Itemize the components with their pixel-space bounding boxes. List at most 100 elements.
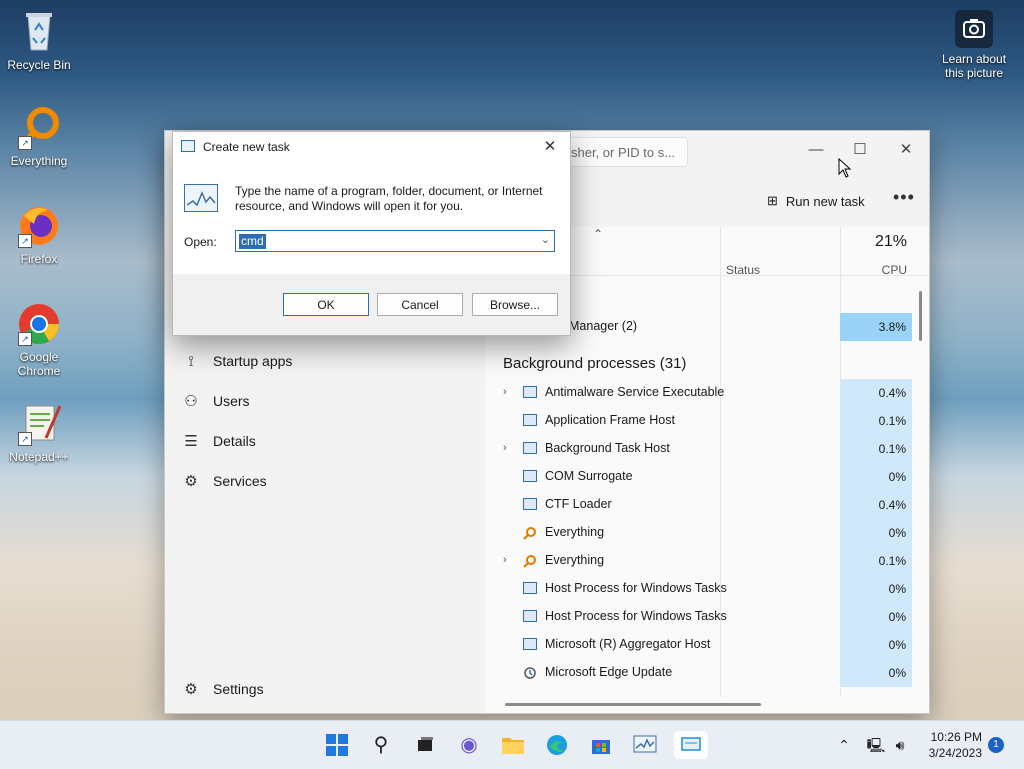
table-row[interactable]: CTF Loader 0.4% bbox=[485, 491, 912, 519]
task-manager-taskbar-icon[interactable] bbox=[631, 731, 659, 759]
table-row[interactable]: › Background Task Host 0.1% bbox=[485, 435, 912, 463]
app-window-icon bbox=[523, 498, 537, 510]
app-window-icon bbox=[523, 610, 537, 622]
create-new-task-dialog: Create new task ✕ Type the name of a pro… bbox=[172, 131, 571, 336]
open-input[interactable]: cmd ⌄ bbox=[235, 230, 555, 252]
search-input[interactable]: sher, or PID to s... bbox=[560, 137, 688, 167]
sidebar-item-services[interactable]: ⚙ Services bbox=[165, 461, 485, 501]
run-dialog-taskbar-icon[interactable] bbox=[674, 731, 708, 759]
clock[interactable]: 10:26 PM 3/24/2023 bbox=[918, 729, 982, 761]
table-row[interactable]: › Antimalware Service Executable 0.4% bbox=[485, 379, 912, 407]
desktop-icon-label: Firefox bbox=[20, 252, 58, 266]
firefox-icon: ↗ bbox=[16, 202, 62, 248]
volume-icon[interactable]: 🔊︎ bbox=[886, 731, 914, 759]
task-manager-icon bbox=[181, 140, 195, 152]
process-name: Host Process for Windows Tasks bbox=[545, 581, 727, 595]
app-window-icon bbox=[523, 414, 537, 426]
expand-chevron-icon[interactable]: › bbox=[503, 442, 507, 454]
process-name: Antimalware Service Executable bbox=[545, 385, 725, 399]
task-view-icon[interactable] bbox=[411, 731, 439, 759]
sidebar-item-startup-apps[interactable]: ⟟ Startup apps bbox=[165, 341, 485, 381]
run-new-task-button[interactable]: ⊞ Run new task bbox=[767, 193, 865, 209]
desktop-icon-label: Google Chrome bbox=[17, 350, 61, 378]
sort-caret-icon[interactable]: ⌃ bbox=[593, 227, 603, 241]
notepadpp-icon: ↗ bbox=[16, 400, 62, 446]
app-window-icon bbox=[523, 638, 537, 650]
start-windows-icon[interactable] bbox=[323, 731, 351, 759]
process-cpu: 0.1% bbox=[840, 547, 912, 575]
camera-icon bbox=[955, 10, 993, 48]
dialog-title: Create new task bbox=[203, 140, 290, 154]
browse-button[interactable]: Browse... bbox=[472, 293, 558, 316]
learn-about-picture[interactable]: Learn about this picture bbox=[936, 10, 1012, 80]
run-program-icon bbox=[184, 184, 218, 212]
desktop-icon-notepadpp[interactable]: ↗ Notepad++ bbox=[1, 400, 77, 464]
sidebar-item-users[interactable]: ⚇ Users bbox=[165, 381, 485, 421]
desktop-icon-label: Everything bbox=[10, 154, 68, 168]
sidebar-item-label: Startup apps bbox=[213, 353, 293, 369]
process-cpu: 0% bbox=[840, 659, 912, 687]
expand-chevron-icon[interactable]: › bbox=[503, 386, 507, 398]
group-title: Background processes (31) bbox=[503, 355, 687, 372]
recycle-bin-icon bbox=[16, 8, 62, 54]
settings-gear-icon: ⚙ bbox=[184, 681, 198, 698]
services-icon: ⚙ bbox=[184, 473, 198, 490]
more-options-button[interactable]: ••• bbox=[893, 187, 915, 208]
startup-icon: ⟟ bbox=[188, 352, 194, 370]
minimize-button[interactable]: — bbox=[793, 135, 839, 165]
sidebar-nav: ⟟ Startup apps ⚇ Users ☰ Details ⚙ Servi… bbox=[165, 341, 485, 501]
table-row[interactable]: › Everything 0.1% bbox=[485, 547, 912, 575]
edge-icon[interactable] bbox=[543, 731, 571, 759]
search-icon[interactable]: ⚲ bbox=[367, 731, 395, 759]
column-header-cpu[interactable]: CPU bbox=[841, 263, 907, 277]
file-explorer-icon[interactable] bbox=[499, 731, 527, 759]
taskbar: ⚲ ◉ ⌃ 🖳 🔊︎ 10:26 PM 3/24/2023 1 bbox=[0, 720, 1024, 769]
chat-icon[interactable]: ◉ bbox=[455, 731, 483, 759]
cancel-button[interactable]: Cancel bbox=[377, 293, 463, 316]
everything-icon bbox=[523, 526, 537, 540]
sidebar-item-settings[interactable]: ⚙ Settings bbox=[165, 669, 485, 709]
process-name: Manager (2) bbox=[569, 319, 638, 333]
desktop-icon-firefox[interactable]: ↗ Firefox bbox=[1, 202, 77, 266]
horizontal-scrollbar[interactable] bbox=[505, 703, 761, 706]
dialog-body: Type the name of a program, folder, docu… bbox=[173, 162, 570, 274]
sidebar-item-details[interactable]: ☰ Details bbox=[165, 421, 485, 461]
process-name: Everything bbox=[545, 525, 605, 539]
table-row[interactable]: Host Process for Windows Tasks 0% bbox=[485, 575, 912, 603]
sidebar-item-label: Users bbox=[213, 393, 250, 409]
users-icon: ⚇ bbox=[184, 393, 198, 410]
process-name: Application Frame Host bbox=[545, 413, 675, 427]
desktop-icon-everything[interactable]: ↗ Everything bbox=[1, 104, 77, 168]
edge-update-icon bbox=[523, 666, 537, 679]
close-icon[interactable]: ✕ bbox=[538, 136, 562, 158]
desktop-icon-label: Notepad++ bbox=[9, 450, 69, 464]
close-button[interactable]: ✕ bbox=[883, 135, 929, 165]
table-row[interactable]: Microsoft Edge Update 0% bbox=[485, 659, 912, 687]
desktop-icon-label: Recycle Bin bbox=[7, 58, 71, 72]
process-cpu: 0.1% bbox=[840, 435, 912, 463]
run-new-task-label: Run new task bbox=[785, 193, 865, 209]
table-row[interactable]: COM Surrogate 0% bbox=[485, 463, 912, 491]
shortcut-arrow-icon: ↗ bbox=[18, 136, 32, 150]
desktop-icon-recycle-bin[interactable]: Recycle Bin bbox=[1, 8, 77, 72]
shortcut-arrow-icon: ↗ bbox=[18, 432, 32, 446]
sidebar-item-label: Details bbox=[213, 433, 256, 449]
chevron-down-icon[interactable]: ⌄ bbox=[541, 233, 550, 246]
shortcut-arrow-icon: ↗ bbox=[18, 332, 32, 346]
notification-badge[interactable]: 1 bbox=[988, 737, 1004, 753]
table-row[interactable]: Application Frame Host 0.1% bbox=[485, 407, 912, 435]
vertical-scrollbar[interactable] bbox=[919, 291, 922, 341]
desktop-icon-chrome[interactable]: ↗ Google Chrome bbox=[1, 300, 77, 378]
open-input-value: cmd bbox=[239, 234, 266, 249]
process-cpu: 0.1% bbox=[840, 407, 912, 435]
ok-button[interactable]: OK bbox=[283, 293, 369, 316]
table-row[interactable]: Host Process for Windows Tasks 0% bbox=[485, 603, 912, 631]
store-icon[interactable] bbox=[587, 731, 615, 759]
table-row[interactable]: Microsoft (R) Aggregator Host 0% bbox=[485, 631, 912, 659]
details-icon: ☰ bbox=[184, 433, 198, 450]
chevron-up-icon[interactable]: ⌃ bbox=[830, 731, 858, 759]
expand-chevron-icon[interactable]: › bbox=[503, 554, 507, 566]
column-header-status[interactable]: Status bbox=[726, 263, 760, 277]
sidebar-item-label: Settings bbox=[213, 681, 264, 697]
table-row[interactable]: Everything 0% bbox=[485, 519, 912, 547]
